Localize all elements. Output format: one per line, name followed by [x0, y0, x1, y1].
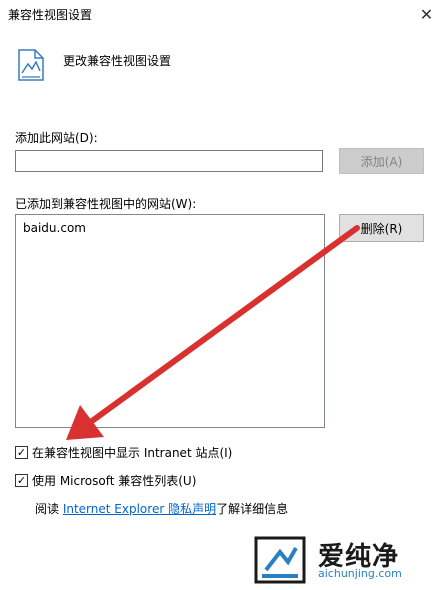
added-sites-label: 已添加到兼容性视图中的网站(W): [15, 197, 197, 211]
privacy-link[interactable]: Internet Explorer 隐私声明 [63, 502, 216, 516]
add-button[interactable]: 添加(A) [339, 148, 424, 174]
dialog-heading: 更改兼容性视图设置 [63, 54, 172, 68]
compat-document-icon [18, 49, 44, 81]
watermark-url: aichunjing.com [318, 567, 402, 580]
intranet-checkbox[interactable]: ✓ [15, 445, 28, 459]
title-bar: 兼容性视图设置 ✕ [0, 0, 441, 30]
added-sites-list[interactable]: baidu.com [15, 214, 325, 428]
intranet-label[interactable]: 在兼容性视图中显示 Intranet 站点(I) [32, 444, 232, 461]
window-title: 兼容性视图设置 [8, 8, 93, 22]
list-item[interactable]: baidu.com [23, 221, 86, 235]
privacy-text: 阅读 Internet Explorer 隐私声明了解详细信息 [35, 500, 288, 517]
add-site-label: 添加此网站(D): [15, 131, 98, 145]
privacy-prefix: 阅读 [35, 502, 63, 516]
remove-button[interactable]: 删除(R) [339, 214, 424, 242]
intranet-option[interactable]: ✓ 在兼容性视图中显示 Intranet 站点(I) [15, 444, 232, 460]
privacy-suffix: 了解详细信息 [216, 502, 289, 516]
add-site-input[interactable] [15, 150, 323, 172]
ms-list-option[interactable]: ✓ 使用 Microsoft 兼容性列表(U) [15, 472, 196, 488]
close-icon[interactable]: ✕ [412, 0, 441, 28]
ms-list-checkbox[interactable]: ✓ [15, 473, 28, 487]
ms-list-label[interactable]: 使用 Microsoft 兼容性列表(U) [32, 472, 196, 489]
